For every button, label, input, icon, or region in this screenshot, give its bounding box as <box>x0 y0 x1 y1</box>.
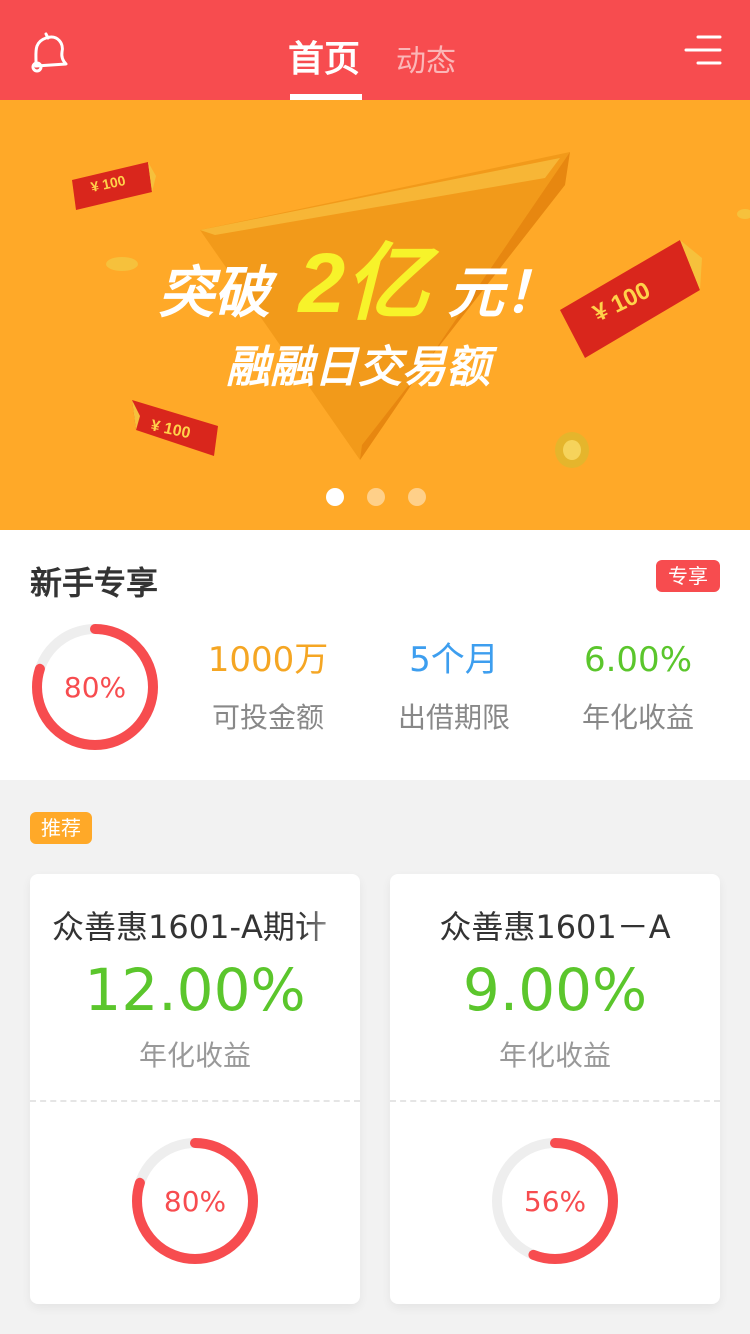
carousel-dot[interactable] <box>326 488 344 506</box>
stat-label: 可投金额 <box>211 701 324 734</box>
product-card[interactable]: 众善惠1601-A期计 12.00% 年化收益 80% <box>30 874 360 1304</box>
exclusive-badge: 专享 <box>656 560 720 592</box>
progress-label: 80% <box>63 670 127 704</box>
annual-rate-label: 年化收益 <box>498 1039 611 1072</box>
carousel-dots <box>0 488 750 508</box>
product-card[interactable]: 众善惠1601－A 9.00% 年化收益 56% <box>390 874 720 1304</box>
product-name: 众善惠1601－A <box>439 908 671 946</box>
banner-subtitle: 融融日交易额 <box>226 343 498 392</box>
product-name: 众善惠1601-A期计 <box>52 908 327 946</box>
recommend-badge: 推荐 <box>30 812 92 844</box>
progress-label: 56% <box>523 1184 587 1218</box>
progress-ring: 80% <box>30 622 160 752</box>
annual-rate: 12.00% <box>84 956 306 1024</box>
promo-banner[interactable]: ¥ 100 ¥ 100 ¥ 100 突破 2亿 元！ 融融日交易额 <box>0 100 750 530</box>
carousel-dot[interactable] <box>408 488 426 506</box>
coupon-icon: ¥ 100 <box>560 240 702 358</box>
menu-icon[interactable] <box>684 34 722 68</box>
carousel-dot[interactable] <box>367 488 385 506</box>
tab-home[interactable]: 首页 <box>288 30 360 82</box>
stat-amount: 1000万 可投金额 <box>178 638 358 736</box>
coupon-icon: ¥ 100 <box>72 162 156 210</box>
progress-label: 80% <box>163 1184 227 1218</box>
dashed-divider <box>390 1100 720 1102</box>
newbie-product-card[interactable]: 新手专享 专享 80% 1000万 可投金额 5个月 出借期限 6.00% 年化… <box>0 530 750 780</box>
top-nav-bar: 首页 动态 <box>0 0 750 100</box>
progress-ring: 56% <box>490 1136 620 1266</box>
tab-dynamic[interactable]: 动态 <box>396 36 456 80</box>
stat-label: 年化收益 <box>581 701 694 734</box>
stat-yield: 6.00% 年化收益 <box>548 638 728 736</box>
stat-value: 5个月 <box>409 640 499 680</box>
dashed-divider <box>30 1100 360 1102</box>
stat-value: 1000万 <box>207 640 329 680</box>
coupon-icon: ¥ 100 <box>132 400 218 456</box>
bell-icon[interactable] <box>26 30 70 74</box>
stat-term: 5个月 出借期限 <box>364 638 544 736</box>
annual-rate: 9.00% <box>462 956 648 1024</box>
annual-rate-label: 年化收益 <box>138 1039 251 1072</box>
banner-artwork: ¥ 100 ¥ 100 ¥ 100 突破 2亿 元！ 融融日交易额 <box>72 152 750 468</box>
section-title: 新手专享 <box>30 564 159 602</box>
progress-ring: 80% <box>130 1136 260 1266</box>
stat-label: 出借期限 <box>397 701 510 734</box>
stat-value: 6.00% <box>583 640 692 680</box>
